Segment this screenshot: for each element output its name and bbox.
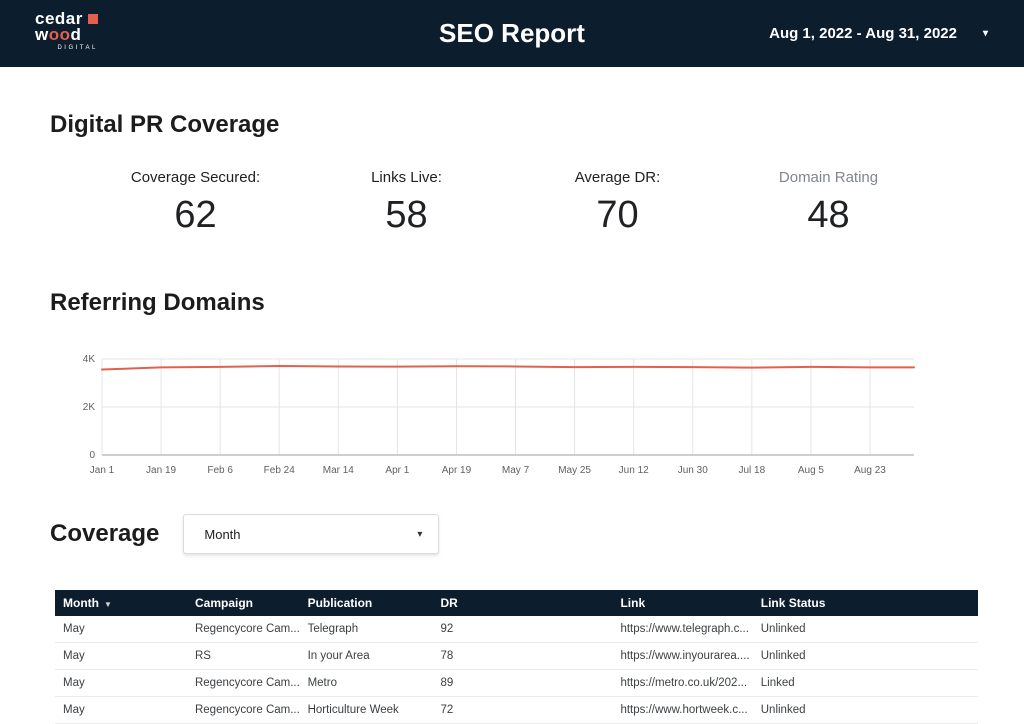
cell-month: May: [55, 616, 187, 643]
stat-value: 48: [723, 194, 934, 237]
cell-link-status: Unlinked: [753, 616, 978, 643]
table-row: MayRegencycore Cam...Metro89https://metr…: [55, 670, 978, 697]
svg-text:Jun 12: Jun 12: [619, 465, 649, 476]
table-row: MayRegencycore Cam...Horticulture Week72…: [55, 697, 978, 724]
svg-text:Mar 14: Mar 14: [323, 465, 355, 476]
svg-text:Feb 6: Feb 6: [207, 465, 233, 476]
stat-label: Coverage Secured:: [90, 169, 301, 186]
svg-text:Jul 18: Jul 18: [739, 465, 766, 476]
section-title-coverage: Coverage: [50, 520, 159, 548]
svg-text:May 25: May 25: [558, 465, 591, 476]
app-header: cedar wood DIGITAL SEO Report Aug 1, 202…: [0, 0, 1024, 67]
cell-campaign: Regencycore Cam...: [187, 697, 300, 724]
cell-dr: 72: [432, 697, 612, 724]
cell-campaign: RS: [187, 643, 300, 670]
cell-link[interactable]: https://www.hortweek.c...: [612, 697, 752, 724]
cell-dr: 78: [432, 643, 612, 670]
stat-label: Domain Rating: [723, 169, 934, 186]
cell-publication: Horticulture Week: [300, 697, 433, 724]
column-header-campaign[interactable]: Campaign: [187, 590, 300, 616]
svg-text:Jun 30: Jun 30: [678, 465, 708, 476]
cell-link-status: Linked: [753, 670, 978, 697]
table-header-row: Month▼ Campaign Publication DR Link Link…: [55, 590, 978, 616]
column-header-month[interactable]: Month▼: [55, 590, 187, 616]
column-header-link-status[interactable]: Link Status: [753, 590, 978, 616]
cell-month: May: [55, 643, 187, 670]
cell-link-status: Unlinked: [753, 697, 978, 724]
stat-domain-rating: Domain Rating 48: [723, 169, 934, 237]
sort-desc-icon: ▼: [104, 600, 112, 609]
cell-publication: Telegraph: [300, 616, 433, 643]
table-row: MayRegencycore Cam...Telegraph92https://…: [55, 616, 978, 643]
coverage-table-body: MayRegencycore Cam...Telegraph92https://…: [55, 616, 978, 724]
stat-value: 62: [90, 194, 301, 237]
column-header-link[interactable]: Link: [612, 590, 752, 616]
cell-campaign: Regencycore Cam...: [187, 670, 300, 697]
stat-label: Links Live:: [301, 169, 512, 186]
cell-dr: 92: [432, 616, 612, 643]
cell-publication: Metro: [300, 670, 433, 697]
cell-campaign: Regencycore Cam...: [187, 616, 300, 643]
svg-text:2K: 2K: [83, 402, 96, 413]
pr-stats-row: Coverage Secured: 62 Links Live: 58 Aver…: [90, 169, 934, 237]
cedarwood-logo: cedar wood DIGITAL: [35, 11, 98, 51]
svg-text:Apr 1: Apr 1: [385, 465, 409, 476]
svg-text:Feb 24: Feb 24: [264, 465, 296, 476]
month-filter-dropdown[interactable]: Month ▾: [183, 514, 439, 554]
svg-text:Jan 19: Jan 19: [146, 465, 176, 476]
svg-text:Aug 5: Aug 5: [798, 465, 825, 476]
section-title-referring-domains: Referring Domains: [50, 289, 1024, 317]
stat-average-dr: Average DR: 70: [512, 169, 723, 237]
month-filter-value: Month: [204, 527, 240, 542]
referring-domains-chart: Jan 1 Jan 19 Feb 6 Feb 24 Mar 14 Apr 1 Apr 19 M…: [62, 351, 942, 490]
column-header-dr[interactable]: DR: [432, 590, 612, 616]
chevron-down-icon: ▾: [417, 529, 422, 540]
cell-link[interactable]: https://www.inyourarea....: [612, 643, 752, 670]
logo-tagline: DIGITAL: [35, 45, 98, 51]
date-range-selector[interactable]: Aug 1, 2022 - Aug 31, 2022 ▾: [769, 0, 988, 67]
svg-text:0: 0: [89, 450, 95, 461]
svg-text:Aug 23: Aug 23: [854, 465, 886, 476]
svg-text:Apr 19: Apr 19: [442, 465, 472, 476]
column-header-publication[interactable]: Publication: [300, 590, 433, 616]
stat-links-live: Links Live: 58: [301, 169, 512, 237]
stat-label: Average DR:: [512, 169, 723, 186]
svg-text:Jan 1: Jan 1: [90, 465, 115, 476]
cell-publication: In your Area: [300, 643, 433, 670]
date-range-label: Aug 1, 2022 - Aug 31, 2022: [769, 25, 957, 42]
logo-line-2: wood: [35, 27, 98, 43]
line-chart-svg: Jan 1 Jan 19 Feb 6 Feb 24 Mar 14 Apr 1 Apr 19 M…: [62, 351, 942, 485]
chevron-down-icon: ▾: [983, 28, 988, 39]
svg-text:4K: 4K: [83, 354, 96, 365]
logo-square-icon: [88, 14, 98, 24]
cell-dr: 89: [432, 670, 612, 697]
cell-link[interactable]: https://metro.co.uk/202...: [612, 670, 752, 697]
cell-month: May: [55, 670, 187, 697]
svg-text:May 7: May 7: [502, 465, 530, 476]
stat-value: 70: [512, 194, 723, 237]
coverage-table: Month▼ Campaign Publication DR Link Link…: [55, 590, 978, 724]
stat-value: 58: [301, 194, 512, 237]
stat-coverage-secured: Coverage Secured: 62: [90, 169, 301, 237]
cell-link[interactable]: https://www.telegraph.c...: [612, 616, 752, 643]
cell-link-status: Unlinked: [753, 643, 978, 670]
table-row: MayRSIn your Area78https://www.inyourare…: [55, 643, 978, 670]
section-title-digital-pr-coverage: Digital PR Coverage: [50, 111, 1024, 139]
cell-month: May: [55, 697, 187, 724]
